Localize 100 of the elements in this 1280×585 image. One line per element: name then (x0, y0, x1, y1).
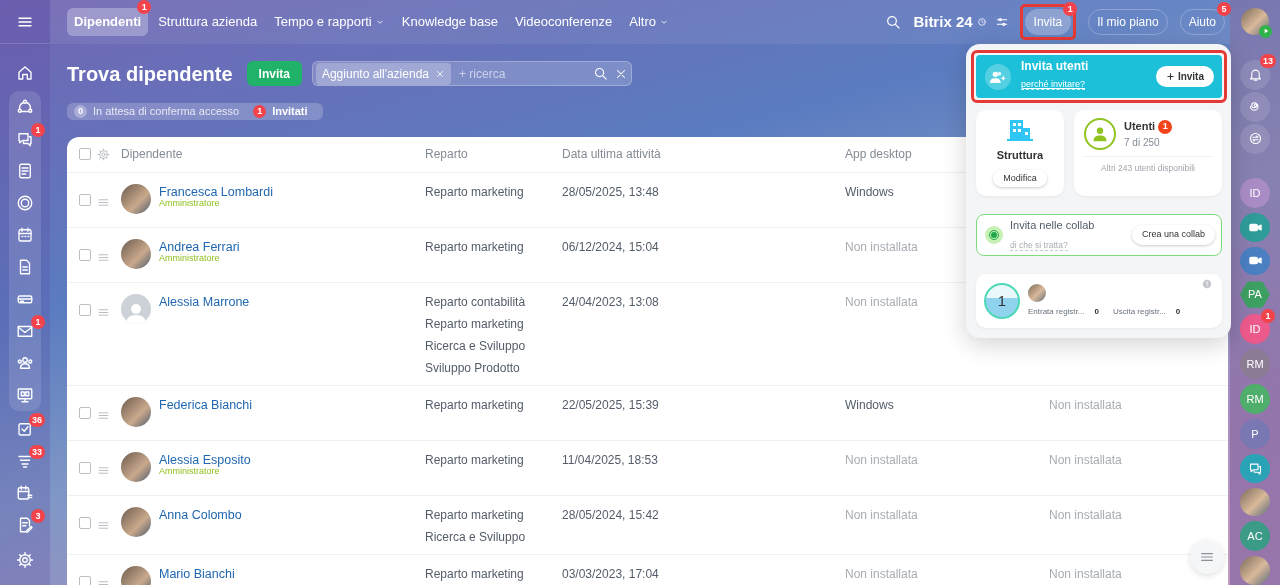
employee-name[interactable]: Alessia Marrone (159, 294, 250, 309)
building-icon (1007, 118, 1033, 142)
employee-name[interactable]: Federica Bianchi (159, 397, 253, 412)
department: Sviluppo Prodotto (425, 359, 521, 377)
bell-icon (1247, 67, 1263, 83)
invite-button[interactable]: Invita (246, 61, 302, 86)
filter-chip[interactable]: Aggiunto all'azienda (315, 62, 451, 85)
employee-role: Amministratore (159, 466, 220, 476)
table-cell-text: Non installata (845, 293, 918, 311)
notification-count: 36 (29, 413, 45, 427)
stat-label: Uscita registr... (1112, 306, 1166, 318)
search-field[interactable]: Aggiunto all'azienda + ricerca (311, 61, 632, 86)
notification-count: 1 (1261, 308, 1275, 323)
checkbox[interactable] (79, 193, 91, 206)
photo-placeholder[interactable] (1240, 556, 1270, 585)
notification-count: 1 (31, 315, 45, 329)
table-cell-text: 28/05/2025, 13:48 (562, 183, 659, 201)
table-cell-text: Non installata (845, 451, 918, 469)
column-header: Data ultima attività (562, 146, 661, 163)
logo: Bitrix 24 (913, 11, 973, 32)
column-header: Dipendente (121, 146, 183, 163)
nav-tab[interactable]: Tempo e rapporti (267, 8, 392, 36)
department: Reparto marketing (425, 451, 524, 469)
plus-icon (1165, 72, 1175, 81)
counter-label[interactable]: In attesa di conferma accesso (93, 103, 240, 120)
checkbox[interactable] (79, 575, 91, 585)
chat-icon (1247, 460, 1263, 476)
user-avatar[interactable] (1241, 8, 1269, 35)
nav-tab[interactable]: Altro (622, 8, 676, 36)
notification-count: 3 (31, 509, 45, 523)
table-cell-text: 22/05/2025, 15:39 (562, 396, 659, 414)
ring-icon (16, 194, 34, 212)
notification-count: 1 (137, 0, 152, 15)
newspaper-icon (16, 162, 34, 180)
checkbox[interactable] (79, 248, 91, 261)
counter-circle: 1 (984, 283, 1020, 319)
help-link[interactable]: di che si tratta? (1010, 239, 1068, 251)
chat-avatar[interactable]: RM (1240, 348, 1270, 379)
employee-name[interactable]: Anna Colombo (159, 507, 242, 522)
checkbox[interactable] (79, 303, 91, 316)
help-link[interactable]: perché invitare? (1021, 79, 1086, 91)
employee-role: Amministratore (159, 198, 221, 208)
card-title: Invita nelle collab (1010, 218, 1095, 233)
employee-name[interactable]: Alessia Esposito (159, 452, 251, 467)
employee-name[interactable]: Mario Bianchi (159, 566, 235, 581)
chat-avatar[interactable]: ID (1240, 177, 1270, 208)
checkbox[interactable] (79, 516, 91, 529)
spiral-button[interactable] (1240, 91, 1270, 122)
checkbox[interactable] (79, 461, 91, 474)
counter: 0 (74, 104, 87, 118)
group-chat-button[interactable] (1240, 453, 1270, 483)
photo-placeholder (1028, 284, 1046, 302)
chat-button[interactable] (1240, 123, 1270, 154)
counter-label[interactable]: Invitati (272, 103, 308, 120)
edit-button[interactable]: Modifica (993, 169, 1047, 187)
chat-avatar[interactable]: P (1240, 418, 1270, 449)
radar-icon (985, 226, 1003, 244)
table-cell-text: Non installata (845, 506, 918, 524)
table-cell-text: Non installata (1049, 506, 1122, 524)
department: Reparto contabilità (425, 293, 526, 311)
sliders-icon (994, 15, 1009, 29)
checkbox[interactable] (79, 406, 91, 419)
video-chat-button[interactable] (1240, 212, 1270, 242)
department: Ricerca e Sviluppo (425, 528, 526, 546)
chat-avatar[interactable]: AC (1240, 521, 1270, 552)
invite-button[interactable]: Invita (1155, 66, 1214, 87)
card-title: Invita utenti (1021, 60, 1089, 74)
settings-icon (16, 551, 34, 569)
checkbox[interactable] (79, 148, 91, 160)
department: Reparto marketing (425, 565, 524, 583)
table-cell-text: 28/05/2024, 15:42 (562, 506, 659, 524)
chat-icon (16, 130, 34, 148)
stat-value: 0 (1175, 306, 1181, 318)
nav-tab[interactable]: Knowledge base (394, 8, 505, 36)
chat-arrows-icon (1247, 131, 1263, 147)
table-cell-text: 03/03/2023, 17:04 (562, 565, 659, 583)
table-cell-text: Non installata (1049, 565, 1122, 583)
column-header: Reparto (425, 146, 468, 163)
chat-avatar[interactable]: PA (1240, 280, 1270, 309)
presentation-icon (16, 386, 34, 404)
notification-count: 1 (31, 123, 45, 137)
search-icon (592, 66, 608, 81)
photo-placeholder[interactable] (1240, 487, 1270, 517)
video-chat-button[interactable] (1240, 246, 1270, 276)
table-cell-text: Non installata (1049, 451, 1122, 469)
available-users: Altri 243 utenti disponibili (1100, 162, 1196, 175)
table-cell-text: 06/12/2024, 15:04 (562, 238, 659, 256)
department: Reparto marketing (425, 506, 525, 524)
employee-name[interactable]: Francesca Lombardi (159, 184, 273, 199)
nav-tab[interactable]: Videoconferenze (507, 8, 620, 36)
column-header: App desktop (845, 146, 912, 163)
department: Reparto marketing (425, 238, 524, 256)
nav-tab[interactable]: Struttura azienda (151, 8, 265, 36)
department: Reparto marketing (425, 396, 524, 414)
notification-count: 1 (1158, 119, 1173, 134)
create-collab-button[interactable]: Crea una collab (1131, 225, 1215, 245)
table-cell-text: Windows (845, 396, 894, 414)
employee-name[interactable]: Andrea Ferrari (159, 239, 240, 254)
chat-avatar[interactable]: RM (1240, 383, 1270, 414)
nodes-icon (16, 98, 34, 116)
